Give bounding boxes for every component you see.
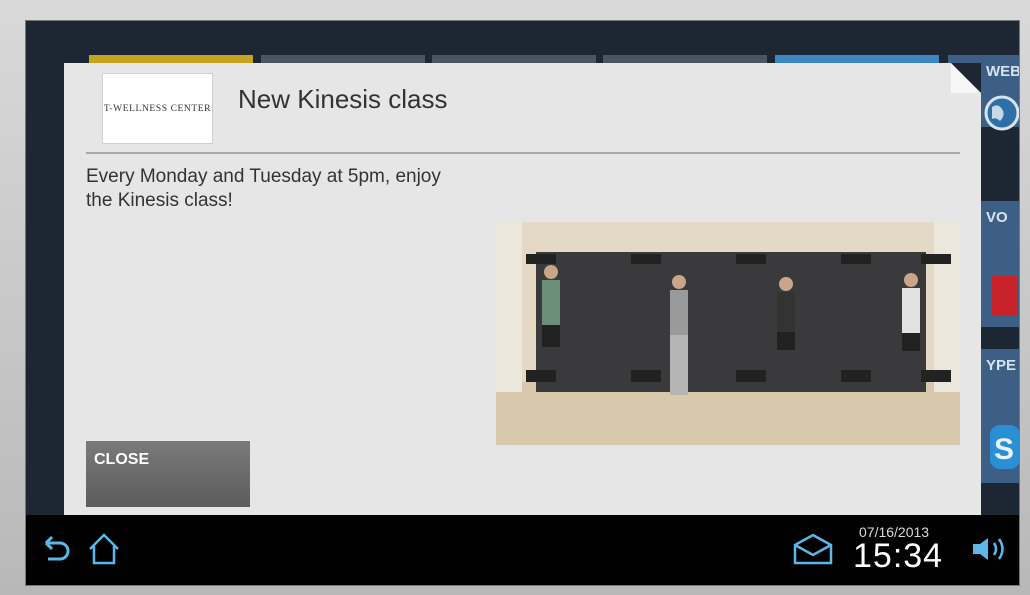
globe-icon (984, 95, 1019, 131)
close-button-label: CLOSE (94, 451, 150, 468)
volume-button[interactable] (969, 529, 1009, 569)
close-button[interactable]: CLOSE (86, 441, 250, 507)
device-frame: WEB VO YPE S T-WELLNESS CENTER New Kines… (0, 0, 1030, 595)
back-icon (44, 535, 70, 561)
announcement-dialog: T-WELLNESS CENTER New Kinesis class Ever… (64, 63, 981, 517)
page-fold-corner (951, 63, 981, 93)
title-divider (86, 152, 960, 154)
back-button[interactable] (36, 529, 76, 569)
tv-logo-icon (992, 276, 1018, 316)
background-tile-ype-label: YPE (986, 357, 1017, 374)
svg-text:S: S (994, 433, 1014, 466)
mail-button[interactable] (791, 529, 833, 569)
wellness-center-logo: T-WELLNESS CENTER (102, 73, 213, 144)
dialog-title: New Kinesis class (238, 84, 448, 114)
tablet-screen: WEB VO YPE S T-WELLNESS CENTER New Kines… (25, 20, 1020, 586)
home-icon (89, 533, 119, 565)
skype-icon: S (990, 425, 1019, 469)
kinesis-class-photo (496, 222, 960, 445)
system-navigation-bar: 07/16/2013 15:34 (26, 515, 1019, 585)
logo-text: T-WELLNESS CENTER (103, 104, 212, 114)
dialog-body-text: Every Monday and Tuesday at 5pm, enjoy t… (86, 166, 441, 211)
home-button[interactable] (84, 529, 124, 569)
kinesis-photo-illustration (496, 222, 960, 445)
volume-icon (973, 538, 1004, 560)
background-tile-vo-label: VO (986, 209, 1008, 226)
status-time: 15:34 (853, 537, 944, 575)
mail-icon (793, 533, 833, 565)
background-tile-web-label: WEB (986, 63, 1020, 80)
